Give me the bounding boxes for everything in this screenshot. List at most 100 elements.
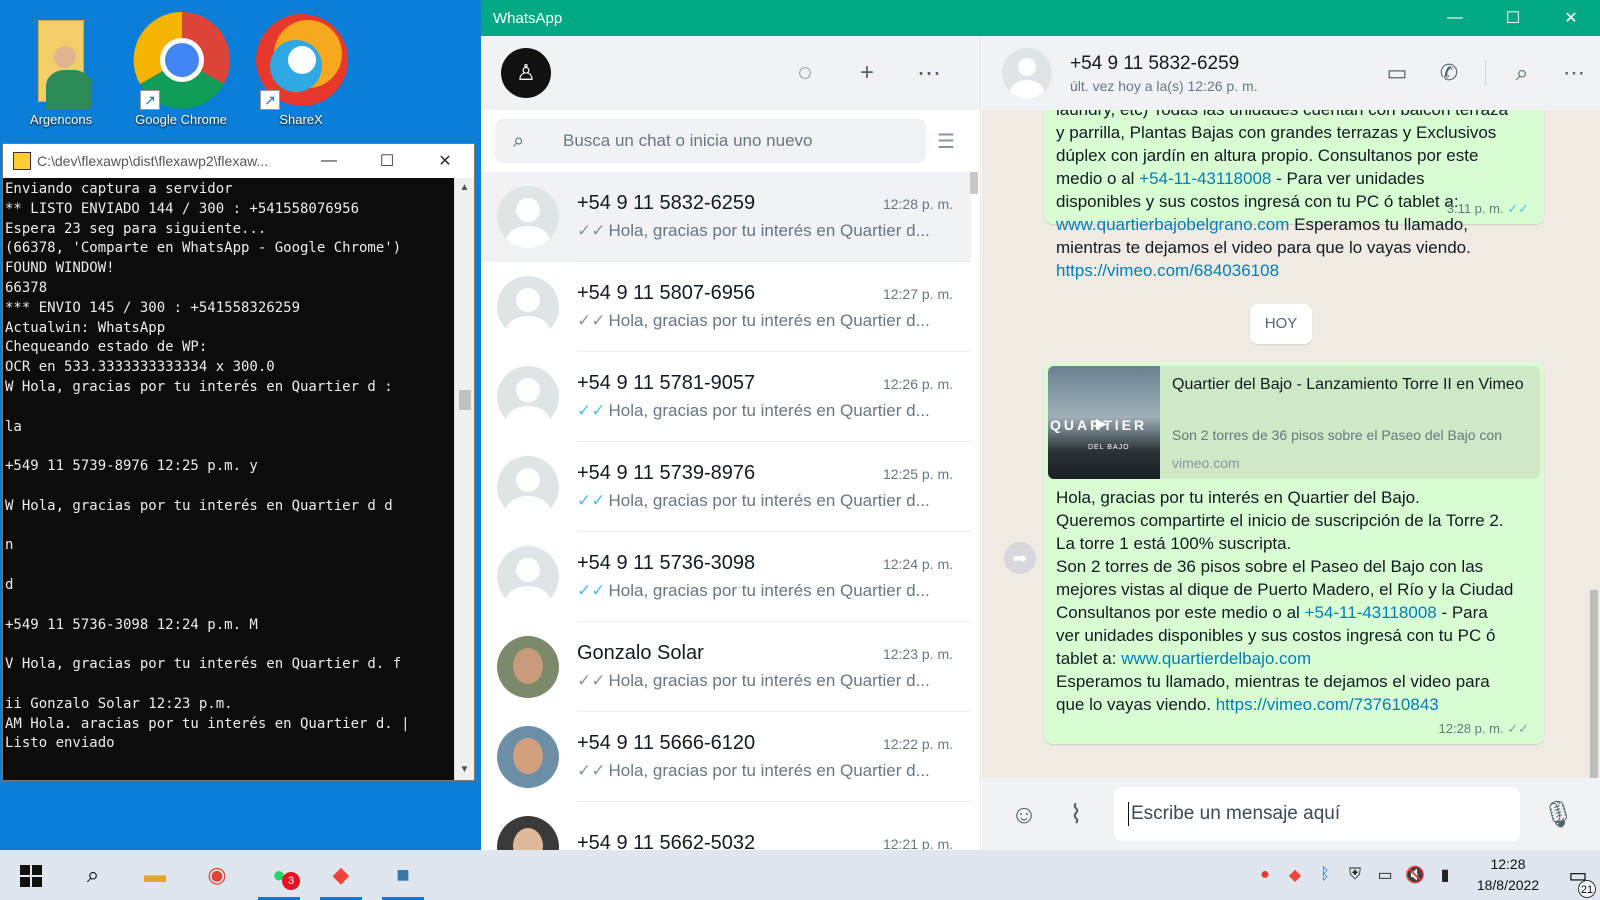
phone-link[interactable]: +54-11-43118008 (1139, 169, 1271, 188)
double-check-icon: ✓✓ (577, 671, 606, 690)
taskbar-python-console[interactable]: ■ (372, 850, 434, 900)
chat-name: +54 9 11 5666-6120 (577, 732, 756, 754)
preview-domain: vimeo.com (1172, 455, 1240, 471)
taskbar-chrome[interactable]: ◉ (186, 850, 248, 900)
desktop-icon-google-chrome[interactable]: ↗ Google Chrome (126, 8, 236, 127)
bluetooth-icon[interactable]: ᛒ (1310, 866, 1340, 884)
chat-list-item[interactable]: +54 9 11 5832-6259 12:28 p. m. ✓✓ Hola, gr… (481, 172, 971, 262)
minimize-button[interactable]: — (300, 152, 358, 170)
attach-icon[interactable]: ⌇ (1050, 799, 1102, 830)
desktop-icon-label: Argencons (29, 112, 93, 127)
conversation-pane: +54 9 11 5832-6259 últ. vez hoy a la(s) … (982, 36, 1600, 850)
clock-time: 12:28 (1490, 856, 1526, 872)
notification-center-button[interactable]: ▭ 21 (1556, 863, 1600, 898)
maximize-button[interactable]: ☐ (358, 151, 416, 171)
chat-list-item[interactable]: +54 9 11 5736-3098 12:24 p. m. ✓✓ Hola, gr… (481, 532, 971, 622)
chat-list-header: ♙ ◌ + ⋯ (481, 36, 980, 110)
console-window[interactable]: C:\dev\flexawp\dist\flexawp2\flexaw... —… (2, 143, 475, 781)
clock-date: 18/8/2022 (1476, 877, 1540, 893)
chat-time: 12:24 p. m. (882, 556, 953, 572)
python-icon: ■ (396, 862, 410, 887)
chat-list-item[interactable]: Gonzalo Solar 12:23 p. m. ✓✓ Hola, gracias… (481, 622, 971, 712)
new-chat-icon[interactable]: + (836, 59, 898, 87)
scroll-down-icon[interactable]: ▼ (455, 760, 474, 780)
volume-muted-icon[interactable]: 🔇 (1400, 865, 1430, 885)
message-input[interactable]: Escribe un mensaje aquí (1114, 787, 1520, 841)
voice-call-icon[interactable]: ✆ (1423, 60, 1475, 86)
battery-icon[interactable]: ▮ (1430, 865, 1460, 885)
folder-user-icon (18, 8, 104, 112)
video-link[interactable]: https://vimeo.com/684036108 (1056, 261, 1279, 280)
search-placeholder: Busca un chat o inicia uno nuevo (563, 131, 813, 150)
taskbar-anydesk[interactable]: ◆ (310, 850, 372, 900)
close-button[interactable]: ✕ (1542, 8, 1600, 28)
double-check-icon: ✓✓ (577, 311, 606, 330)
desktop-icon-sharex[interactable]: ↗ ShareX (246, 8, 356, 127)
security-shield-icon[interactable]: ⛨ (1340, 866, 1370, 884)
chat-name: +54 9 11 5832-6259 (577, 192, 756, 214)
video-call-icon[interactable]: ▭ (1371, 60, 1423, 86)
message-bubble-outgoing[interactable]: laundry, etc) Todas las unidades cuentan… (1044, 110, 1544, 280)
clock[interactable]: 12:28 18/8/2022 (1460, 854, 1556, 896)
microphone-icon[interactable]: 🎙 (1532, 799, 1584, 830)
forward-icon[interactable]: ➦ (1004, 542, 1036, 574)
menu-icon[interactable]: ⋯ (1548, 60, 1600, 86)
taskbar-whatsapp[interactable]: ● 3 (248, 850, 310, 900)
link-preview[interactable]: QUARTIER DEL BAJO ▶ Quartier del Bajo - … (1048, 366, 1540, 479)
search-button[interactable]: ⌕ (62, 850, 124, 900)
shortcut-arrow-icon: ↗ (260, 90, 280, 110)
taskbar-file-explorer[interactable]: ▬ (124, 850, 186, 900)
filter-icon[interactable]: ☰ (926, 129, 966, 154)
double-check-read-icon: ✓✓ (577, 401, 606, 420)
chat-time: 12:26 p. m. (882, 376, 953, 392)
maximize-button[interactable]: ☐ (1484, 8, 1542, 28)
chat-list-scrollbar[interactable] (970, 172, 978, 194)
website-link[interactable]: www.quartierdelbajo.com (1121, 649, 1311, 668)
sharex-tray-icon[interactable]: ● (1250, 866, 1280, 884)
whatsapp-titlebar[interactable]: WhatsApp — ☐ ✕ (481, 0, 1600, 36)
website-link[interactable]: www.quartierbajobelgrano.com (1056, 215, 1289, 234)
video-link[interactable]: https://vimeo.com/737610843 (1216, 695, 1439, 714)
console-title: C:\dev\flexawp\dist\flexawp2\flexaw... (37, 153, 269, 169)
close-button[interactable]: ✕ (416, 151, 474, 171)
windows-icon (20, 865, 42, 888)
chat-list-item[interactable]: +54 9 11 5807-6956 12:27 p. m. ✓✓ Hola, gr… (481, 262, 971, 352)
message-area[interactable]: laundry, etc) Todas las unidades cuentan… (982, 110, 1600, 778)
scroll-thumb[interactable] (459, 390, 471, 410)
chrome-icon: ↗ (133, 8, 230, 112)
console-titlebar[interactable]: C:\dev\flexawp\dist\flexawp2\flexaw... —… (3, 144, 474, 178)
search-input[interactable]: ⌕ Busca un chat o inicia uno nuevo (495, 119, 926, 163)
menu-icon[interactable]: ⋯ (898, 59, 960, 88)
console-output[interactable]: Enviando captura a servidor ** LISTO ENV… (3, 178, 455, 780)
avatar (497, 366, 559, 428)
message-scrollbar[interactable] (1590, 590, 1598, 778)
search-row: ⌕ Busca un chat o inicia uno nuevo ☰ (481, 110, 980, 172)
chat-list-item[interactable]: +54 9 11 5739-8976 12:25 p. m. ✓✓ Hola, gr… (481, 442, 971, 532)
anydesk-tray-icon[interactable]: ◆ (1280, 865, 1310, 885)
chat-list-item[interactable]: +54 9 11 5666-6120 12:22 p. m. ✓✓ Hola, gr… (481, 712, 971, 802)
start-button[interactable] (0, 850, 62, 900)
avatar (497, 816, 559, 850)
chat-list-item[interactable]: +54 9 11 5781-9057 12:26 p. m. ✓✓ Hola, gr… (481, 352, 971, 442)
message-bubble-outgoing[interactable]: QUARTIER DEL BAJO ▶ Quartier del Bajo - … (1044, 362, 1544, 744)
scroll-up-icon[interactable]: ▲ (455, 178, 474, 198)
emoji-icon[interactable]: ☺ (998, 799, 1050, 830)
phone-link[interactable]: +54-11-43118008 (1305, 603, 1437, 622)
thumbnail-subtext: DEL BAJO (1088, 444, 1130, 451)
video-thumbnail[interactable]: QUARTIER DEL BAJO ▶ (1048, 366, 1160, 479)
whatsapp-window: WhatsApp — ☐ ✕ ♙ ◌ + ⋯ ⌕ Busca un chat o… (481, 0, 1600, 850)
desktop-icon-argencons[interactable]: Argencons (6, 8, 116, 127)
search-icon[interactable]: ⌕ (1496, 60, 1548, 86)
avatar (497, 186, 559, 248)
chat-time: 12:27 p. m. (882, 286, 953, 302)
profile-avatar[interactable]: ♙ (501, 48, 551, 98)
date-separator: HOY (1250, 304, 1312, 344)
contact-avatar[interactable] (1002, 48, 1052, 98)
network-icon[interactable]: ▭ (1370, 865, 1400, 885)
console-scrollbar[interactable]: ▲ ▼ (454, 178, 474, 780)
chat-list-item[interactable]: +54 9 11 5662-5032 12:21 p. m. (481, 802, 971, 850)
contact-info[interactable]: +54 9 11 5832-6259 últ. vez hoy a la(s) … (1070, 53, 1371, 94)
minimize-button[interactable]: — (1426, 9, 1484, 27)
avatar (497, 546, 559, 608)
status-icon[interactable]: ◌ (774, 59, 836, 87)
